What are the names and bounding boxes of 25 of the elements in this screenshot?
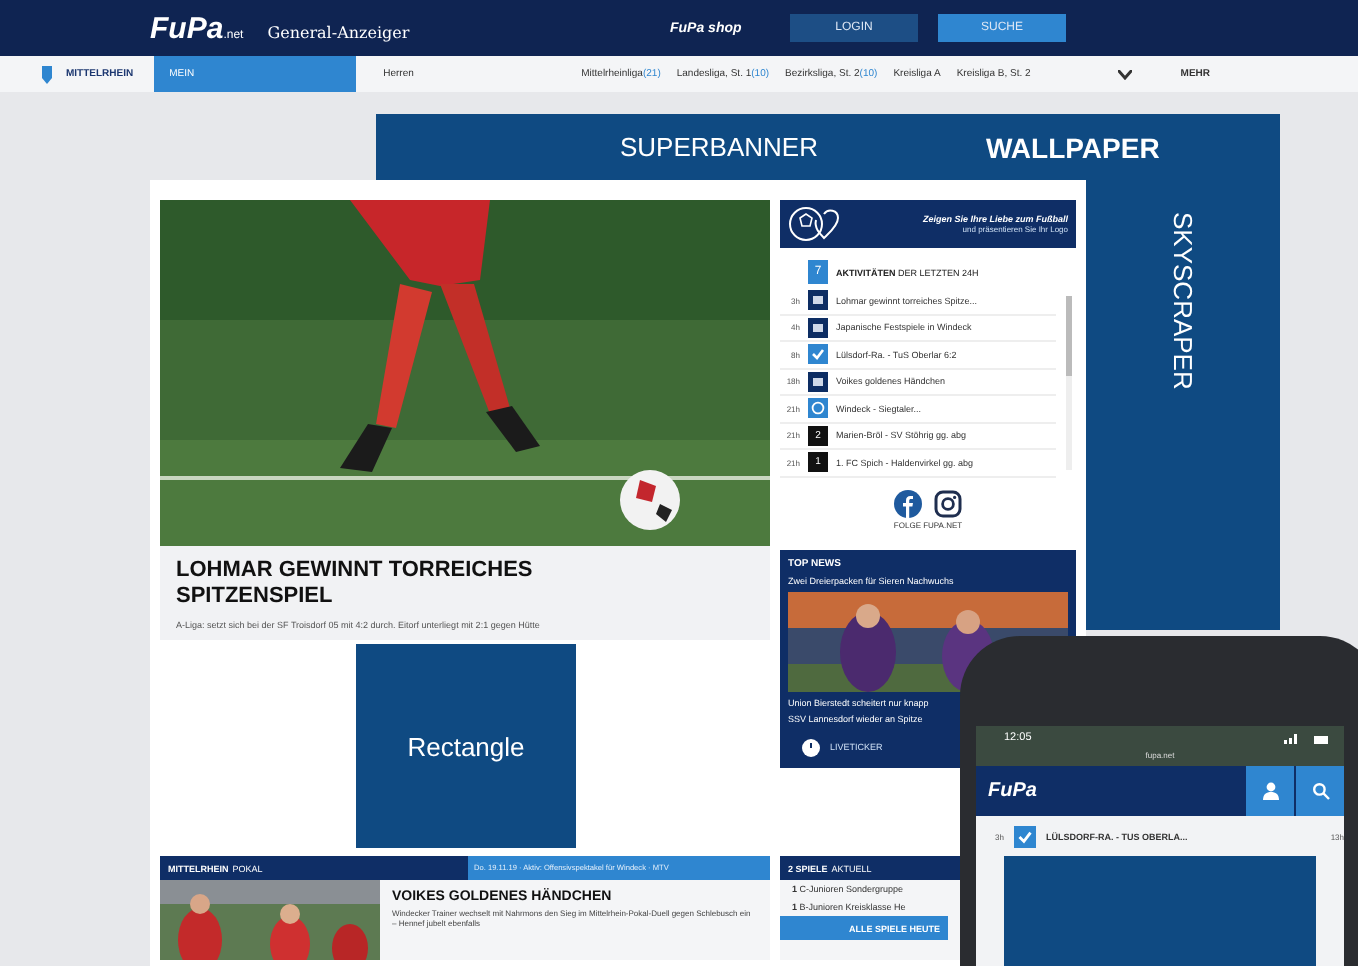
newspaper-icon [808,317,828,338]
ball-heart-icon [788,202,844,246]
instagram-icon[interactable] [934,489,962,517]
search-icon [1311,782,1329,800]
circle-icon [808,398,828,419]
user-icon [1261,782,1279,800]
ad-label: Rectangle [407,731,525,761]
check-icon [808,344,828,365]
scrollbar[interactable] [1066,296,1072,469]
newspaper-icon [808,371,828,392]
ad-label: WALLPAPER [985,131,1160,163]
article-headline[interactable]: LOHMAR GEWINNT TORREICHES SPITZENSPIEL [176,558,596,610]
facebook-icon[interactable] [894,489,922,517]
ad-label: SKYSCRAPER [1168,212,1198,390]
chevron-down-icon[interactable] [1118,69,1133,79]
region-icon [40,65,54,83]
site-logo[interactable]: FuPa [150,11,224,45]
stopwatch-icon [800,735,822,757]
newspaper-icon [808,290,828,311]
user-button[interactable] [1246,766,1294,816]
status-icons [1284,733,1328,743]
check-icon [1014,825,1036,847]
ad-label: SUPERBANNER [620,132,818,162]
partner-name: General-Anzeiger [267,23,410,41]
search-button[interactable] [1296,766,1344,816]
